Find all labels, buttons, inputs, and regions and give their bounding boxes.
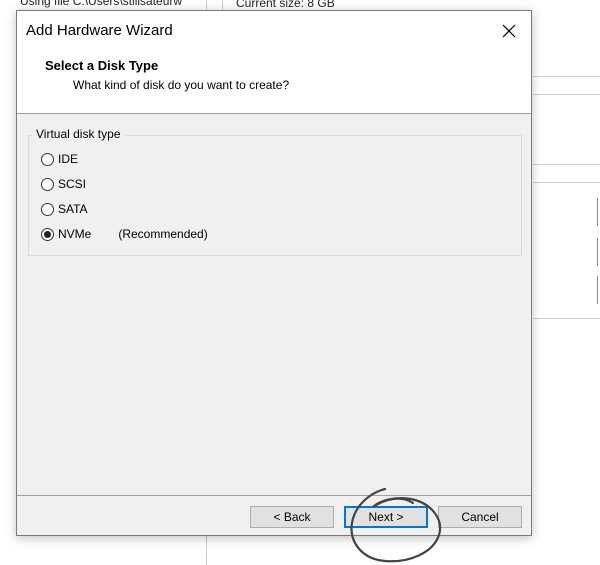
footer-divider xyxy=(17,495,531,496)
radio-scsi-button[interactable] xyxy=(41,177,54,191)
background-file-path-text: Using file C:\Users\stilisateurw xyxy=(20,0,183,8)
highlight-circle-annotation xyxy=(350,487,442,563)
background-current-size-text: Current size: 8 GB xyxy=(236,0,335,10)
close-icon xyxy=(502,24,516,38)
back-button[interactable]: < Back xyxy=(250,506,334,528)
radio-ide[interactable]: IDE xyxy=(41,150,78,168)
radio-ide-button[interactable] xyxy=(41,152,54,166)
radio-ide-label: IDE xyxy=(58,152,79,166)
background-divider xyxy=(533,182,600,183)
dialog-title: Add Hardware Wizard xyxy=(26,22,173,39)
radio-sata-button[interactable] xyxy=(41,202,54,216)
radio-scsi-label: SCSI xyxy=(58,177,87,191)
page-title: Select a Disk Type xyxy=(45,58,159,73)
page-subtitle: What kind of disk do you want to create? xyxy=(73,78,290,92)
background-divider xyxy=(533,94,600,95)
radio-sata-label: SATA xyxy=(58,202,88,216)
close-button[interactable] xyxy=(487,11,531,51)
background-divider xyxy=(533,318,600,319)
radio-sata[interactable]: SATA xyxy=(41,200,88,218)
radio-nvme[interactable]: NVMe (Recommended) xyxy=(41,225,208,243)
radio-scsi[interactable]: SCSI xyxy=(41,175,86,193)
background-divider xyxy=(533,164,600,165)
title-bar[interactable]: Add Hardware Wizard xyxy=(17,11,531,51)
radio-nvme-button[interactable] xyxy=(41,227,54,241)
add-hardware-wizard-dialog: Add Hardware Wizard Select a Disk Type W… xyxy=(16,10,532,536)
cancel-button[interactable]: Cancel xyxy=(438,506,522,528)
radio-nvme-label: NVMe xyxy=(58,227,92,241)
disk-type-group-label: Virtual disk type xyxy=(32,127,125,141)
recommended-note: (Recommended) xyxy=(118,227,208,241)
wizard-header: Select a Disk Type What kind of disk do … xyxy=(17,51,531,114)
background-divider xyxy=(533,76,600,77)
